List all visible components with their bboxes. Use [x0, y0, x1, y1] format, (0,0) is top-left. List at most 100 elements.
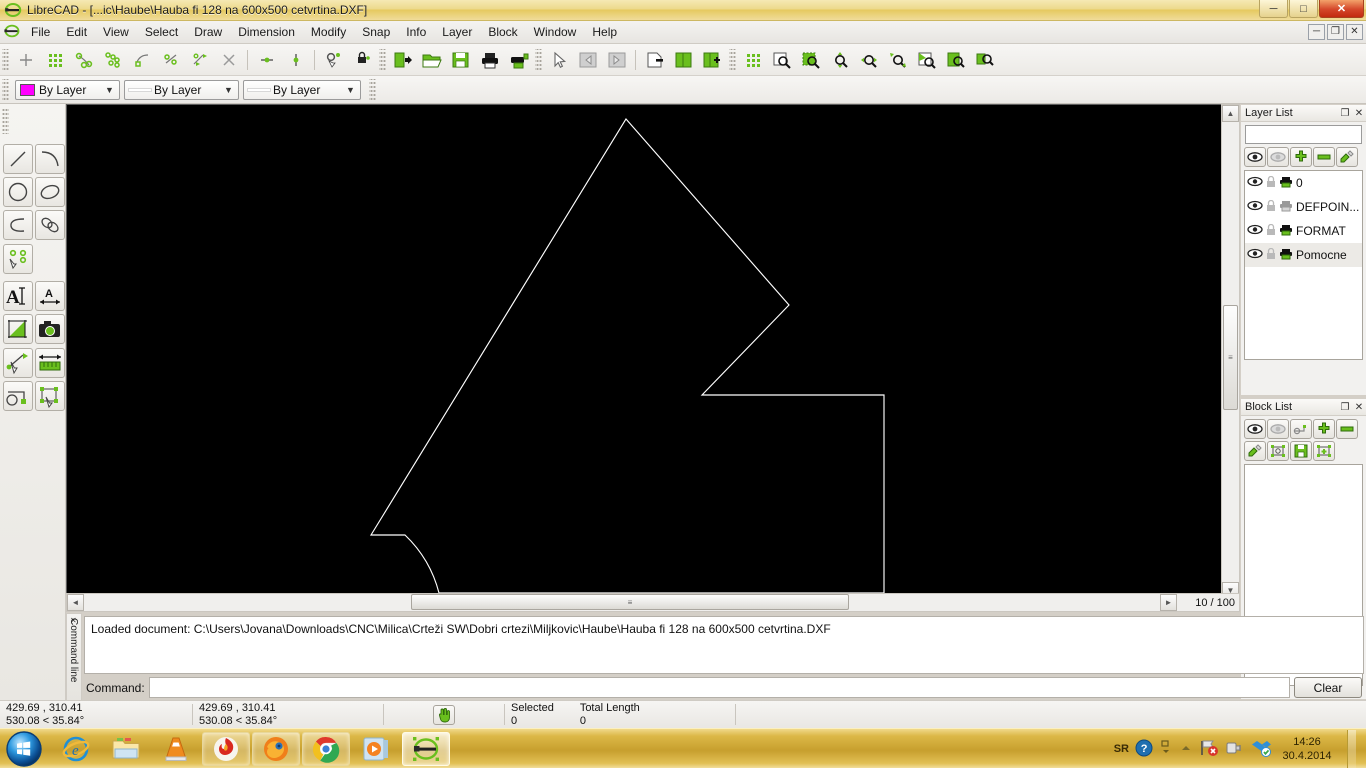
- cut-icon[interactable]: [641, 47, 668, 73]
- save-block-icon[interactable]: [1290, 441, 1312, 461]
- layer-print-icon[interactable]: [1279, 176, 1293, 191]
- menu-snap[interactable]: Snap: [354, 22, 398, 42]
- block-tool-icon[interactable]: [3, 381, 33, 411]
- menu-edit[interactable]: Edit: [58, 22, 95, 42]
- hatch-tool-icon[interactable]: [3, 314, 33, 344]
- dimension-tool-icon[interactable]: A: [35, 281, 65, 311]
- google-chrome-icon[interactable]: [302, 731, 350, 766]
- polyline-tool-icon[interactable]: [35, 210, 65, 240]
- spline-tool-icon[interactable]: [3, 210, 33, 240]
- vertical-scroll-thumb[interactable]: ≡: [1223, 305, 1238, 410]
- toggle-block-view-icon[interactable]: [1290, 419, 1312, 439]
- show-all-layers-icon[interactable]: [1244, 147, 1266, 167]
- mdi-close-button[interactable]: ✕: [1346, 24, 1363, 40]
- modify-tool-icon[interactable]: [3, 348, 33, 378]
- circle-tool-icon[interactable]: [3, 177, 33, 207]
- relative-zero-icon[interactable]: [320, 47, 347, 73]
- layer-print-icon[interactable]: [1279, 200, 1293, 215]
- menu-dimension[interactable]: Dimension: [230, 22, 303, 42]
- window-minimize-button[interactable]: ─: [1259, 0, 1288, 18]
- zoom-window-icon[interactable]: [768, 47, 795, 73]
- image-tool-icon[interactable]: [35, 314, 65, 344]
- snap-on-entity-icon[interactable]: [99, 47, 126, 73]
- command-line-tab[interactable]: ✕ Command line: [66, 613, 82, 701]
- zoom-redraw-icon[interactable]: [942, 47, 969, 73]
- layer-list-close-icon[interactable]: ✕: [1352, 106, 1366, 120]
- menu-view[interactable]: View: [95, 22, 137, 42]
- snap-middle-icon[interactable]: [157, 47, 184, 73]
- pen-toolbar-grip[interactable]: [2, 78, 9, 101]
- redo-icon[interactable]: [603, 47, 630, 73]
- print-preview-icon[interactable]: [505, 47, 532, 73]
- tools-palette-grip[interactable]: [2, 108, 9, 134]
- remove-block-icon[interactable]: [1336, 419, 1358, 439]
- save-file-icon[interactable]: [447, 47, 474, 73]
- hide-all-blocks-icon[interactable]: [1267, 419, 1289, 439]
- print-icon[interactable]: [476, 47, 503, 73]
- zoom-pan-icon[interactable]: [884, 47, 911, 73]
- block-list-float-icon[interactable]: ❐: [1338, 400, 1352, 414]
- add-layer-icon[interactable]: [1290, 147, 1312, 167]
- zoom-selection-icon[interactable]: [971, 47, 998, 73]
- select-pointer-icon[interactable]: [545, 47, 572, 73]
- snap-endpoint-icon[interactable]: [70, 47, 97, 73]
- measure-tool-icon[interactable]: [35, 348, 65, 378]
- hide-all-layers-icon[interactable]: [1267, 147, 1289, 167]
- internet-explorer-icon[interactable]: e: [52, 732, 100, 766]
- snap-center-icon[interactable]: [128, 47, 155, 73]
- lock-relative-zero-icon[interactable]: [349, 47, 376, 73]
- firefox-icon[interactable]: [252, 731, 300, 766]
- line-tool-icon[interactable]: [3, 144, 33, 174]
- zoom-previous-icon[interactable]: [913, 47, 940, 73]
- block-list-close-icon[interactable]: ✕: [1352, 400, 1366, 414]
- text-tool-icon[interactable]: A: [3, 281, 33, 311]
- file-explorer-icon[interactable]: [102, 732, 150, 766]
- ellipse-tool-icon[interactable]: [35, 177, 65, 207]
- edit-layer-icon[interactable]: [1336, 147, 1358, 167]
- windows-media-player-icon[interactable]: [352, 732, 400, 766]
- layer-lock-icon[interactable]: [1266, 247, 1276, 263]
- layer-lock-icon[interactable]: [1266, 199, 1276, 215]
- snap-intersection-icon[interactable]: [215, 47, 242, 73]
- canvas-horizontal-scrollbar[interactable]: ◄ ≡ ►: [66, 593, 1240, 612]
- snap-distance-icon[interactable]: [186, 47, 213, 73]
- grid-toggle-icon[interactable]: [739, 47, 766, 73]
- tray-expand-arrow-icon[interactable]: [1179, 741, 1193, 758]
- layer-row[interactable]: FORMAT: [1245, 219, 1362, 243]
- scroll-up-arrow-icon[interactable]: ▲: [1222, 105, 1239, 122]
- mouse-hand-icon[interactable]: [433, 704, 455, 725]
- scroll-left-arrow-icon[interactable]: ◄: [67, 594, 84, 611]
- chevron-down-icon[interactable]: ▼: [102, 85, 117, 95]
- open-file-icon[interactable]: [418, 47, 445, 73]
- comodo-dragon-icon[interactable]: [202, 731, 250, 766]
- menu-block[interactable]: Block: [480, 22, 525, 42]
- taskbar-clock[interactable]: 14:26 30.4.2014: [1277, 735, 1337, 763]
- window-maximize-button[interactable]: □: [1289, 0, 1318, 18]
- mdi-minimize-button[interactable]: ─: [1308, 24, 1325, 40]
- pen-width-combo[interactable]: By Layer ▼: [124, 79, 239, 100]
- dropbox-sync-icon[interactable]: [1251, 739, 1271, 760]
- vlc-media-player-icon[interactable]: [152, 732, 200, 766]
- layer-list[interactable]: 0 DEFPOIN... FORMAT Pomocne: [1244, 170, 1363, 360]
- scroll-right-arrow-icon[interactable]: ►: [1160, 594, 1177, 611]
- snap-grid-icon[interactable]: [41, 47, 68, 73]
- zoom-auto-icon[interactable]: [797, 47, 824, 73]
- help-circle-icon[interactable]: ?: [1135, 739, 1153, 760]
- chevron-down-icon[interactable]: ▼: [343, 85, 358, 95]
- insert-block-icon[interactable]: [1267, 441, 1289, 461]
- undo-icon[interactable]: [574, 47, 601, 73]
- layer-visible-icon[interactable]: [1247, 176, 1263, 190]
- layer-visible-icon[interactable]: [1247, 224, 1263, 238]
- command-input[interactable]: [148, 677, 1290, 698]
- network-error-icon[interactable]: [1199, 739, 1219, 760]
- layer-visible-icon[interactable]: [1247, 200, 1263, 214]
- pen-color-combo[interactable]: By Layer ▼: [15, 79, 120, 100]
- add-block-icon[interactable]: [1313, 419, 1335, 439]
- clear-button[interactable]: Clear: [1294, 677, 1362, 698]
- menu-help[interactable]: Help: [584, 22, 625, 42]
- arc-tool-icon[interactable]: [35, 144, 65, 174]
- menu-info[interactable]: Info: [398, 22, 434, 42]
- copy-icon[interactable]: [670, 47, 697, 73]
- show-hidden-icons-icon[interactable]: [1159, 738, 1173, 761]
- layer-lock-icon[interactable]: [1266, 175, 1276, 191]
